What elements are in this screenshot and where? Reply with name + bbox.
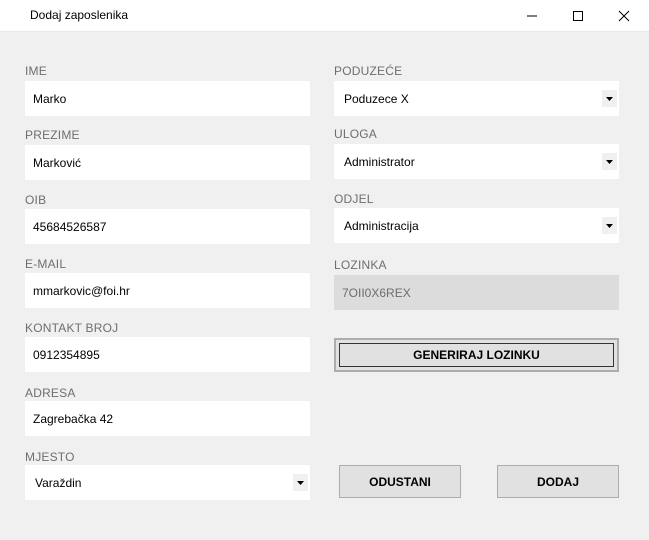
generate-password-button[interactable]: GENERIRAJ LOZINKU (334, 338, 619, 372)
prezime-value: Marković (33, 155, 82, 170)
close-icon (618, 10, 630, 21)
oib-label: OIB (25, 193, 47, 207)
title-bar: Dodaj zaposlenika (0, 0, 649, 32)
oib-value: 45684526587 (33, 219, 107, 234)
prezime-input[interactable]: Marković (25, 145, 310, 180)
adresa-input[interactable]: Zagrebačka 42 (25, 401, 310, 436)
ime-value: Marko (33, 91, 67, 106)
odjel-label: ODJEL (334, 192, 374, 206)
generate-password-label: GENERIRAJ LOZINKU (339, 343, 614, 367)
maximize-icon (573, 10, 583, 21)
mjesto-select[interactable]: Varaždin (25, 465, 310, 500)
window-title: Dodaj zaposlenika (30, 8, 129, 22)
email-input[interactable]: mmarkovic@foi.hr (25, 273, 310, 308)
adresa-value: Zagrebačka 42 (33, 411, 114, 426)
lozinka-value: 7OII0X6REX (342, 285, 411, 300)
kontakt-label: KONTAKT BROJ (25, 321, 119, 335)
lozinka-input[interactable]: 7OII0X6REX (334, 275, 619, 310)
email-label: E-MAIL (25, 257, 67, 271)
kontakt-input[interactable]: 0912354895 (25, 337, 310, 372)
lozinka-label: LOZINKA (334, 258, 387, 272)
odjel-value: Administracija (344, 218, 419, 233)
minimize-icon (527, 15, 537, 16)
kontakt-value: 0912354895 (33, 347, 100, 362)
mjesto-label: MJESTO (25, 450, 75, 464)
poduzece-value: Poduzece X (344, 91, 409, 106)
ime-input[interactable]: Marko (25, 81, 310, 116)
dropdown-arrow-icon (293, 474, 308, 491)
email-value: mmarkovic@foi.hr (33, 283, 130, 298)
dropdown-arrow-icon (602, 153, 617, 170)
poduzece-label: PODUZEĆE (334, 64, 403, 78)
close-button[interactable] (601, 0, 647, 31)
adresa-label: ADRESA (25, 386, 76, 400)
maximize-button[interactable] (555, 0, 601, 31)
oib-input[interactable]: 45684526587 (25, 209, 310, 244)
prezime-label: PREZIME (25, 128, 80, 142)
odjel-select[interactable]: Administracija (334, 208, 619, 243)
add-button[interactable]: DODAJ (497, 465, 619, 498)
dropdown-arrow-icon (602, 217, 617, 234)
dropdown-arrow-icon (602, 90, 617, 107)
uloga-label: ULOGA (334, 127, 378, 141)
poduzece-select[interactable]: Poduzece X (334, 81, 619, 116)
ime-label: IME (25, 64, 47, 78)
uloga-select[interactable]: Administrator (334, 144, 619, 179)
mjesto-value: Varaždin (35, 475, 82, 490)
minimize-button[interactable] (509, 0, 555, 31)
uloga-value: Administrator (344, 154, 415, 169)
cancel-button[interactable]: ODUSTANI (339, 465, 461, 498)
